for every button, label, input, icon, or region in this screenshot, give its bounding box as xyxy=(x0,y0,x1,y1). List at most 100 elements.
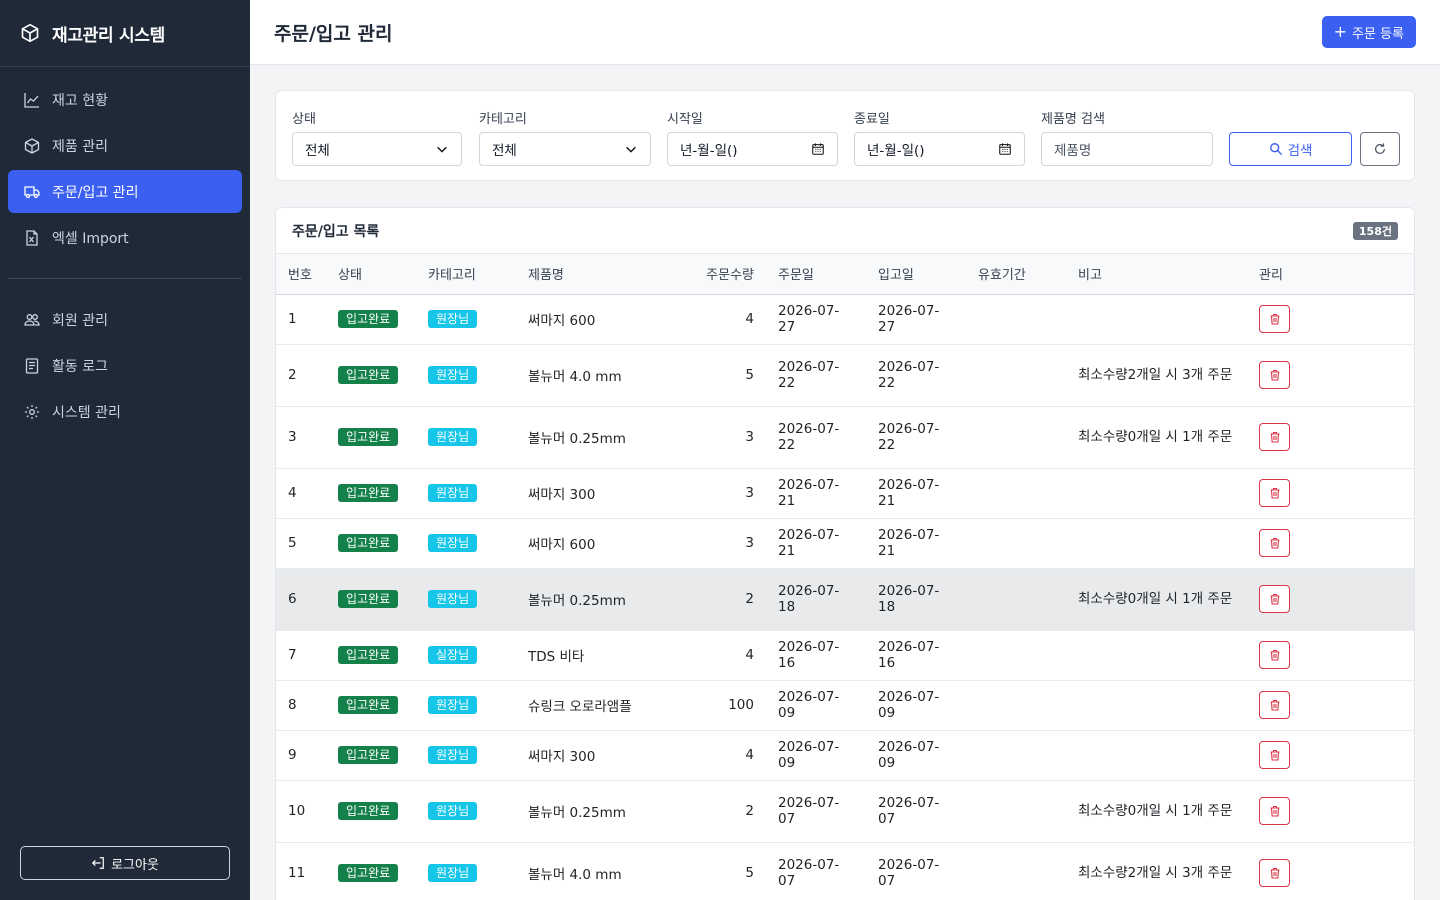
cell-expiry xyxy=(966,780,1066,843)
cell-product: 써마지 600 xyxy=(516,294,684,345)
delete-button[interactable] xyxy=(1259,479,1290,507)
product-search-input[interactable]: 제품명 xyxy=(1041,132,1213,166)
cell-receive-date: 2026-07-07 xyxy=(866,780,966,843)
sidebar-item-system[interactable]: 시스템 관리 xyxy=(8,390,242,433)
col-header-product[interactable]: 제품명 xyxy=(516,254,684,295)
trash-icon xyxy=(1270,369,1279,381)
table-row[interactable]: 3 입고완료 원장님 볼뉴머 0.25mm 3 2026-07-22 2026-… xyxy=(276,406,1414,469)
col-header-expiry[interactable]: 유효기간 xyxy=(966,254,1066,295)
brand[interactable]: 재고관리 시스템 xyxy=(0,0,250,67)
table-row[interactable]: 6 입고완료 원장님 볼뉴머 0.25mm 2 2026-07-18 2026-… xyxy=(276,568,1414,631)
category-select[interactable]: 전체 xyxy=(479,132,651,166)
cell-product: TDS 비타 xyxy=(516,630,684,681)
status-select[interactable]: 전체 xyxy=(292,132,462,166)
delete-button[interactable] xyxy=(1259,797,1290,825)
delete-button[interactable] xyxy=(1259,691,1290,719)
status-filter-label: 상태 xyxy=(292,112,316,127)
category-badge: 원장님 xyxy=(428,484,478,502)
logout-button[interactable]: 로그아웃 xyxy=(20,846,230,880)
sidebar-item-label: 엑셀 Import xyxy=(52,230,129,247)
table-row[interactable]: 2 입고완료 원장님 볼뉴머 4.0 mm 5 2026-07-22 2026-… xyxy=(276,344,1414,407)
start-date-input[interactable]: 년-월-일() xyxy=(667,132,838,166)
add-order-button[interactable]: + 주문 등록 xyxy=(1321,16,1416,48)
table-row[interactable]: 11 입고완료 원장님 볼뉴머 4.0 mm 5 2026-07-07 2026… xyxy=(276,842,1414,900)
sidebar-item-label: 제품 관리 xyxy=(52,138,108,155)
trash-icon xyxy=(1270,699,1279,711)
delete-button[interactable] xyxy=(1259,641,1290,669)
end-date-input[interactable]: 년-월-일() xyxy=(854,132,1025,166)
cell-product: 슈링크 오로라앰플 xyxy=(516,680,684,731)
status-badge: 입고완료 xyxy=(338,746,399,764)
page-title: 주문/입고 관리 xyxy=(274,22,393,45)
cell-product: 볼뉴머 0.25mm xyxy=(516,568,684,631)
delete-button[interactable] xyxy=(1259,361,1290,389)
table-row[interactable]: 8 입고완료 원장님 슈링크 오로라앰플 100 2026-07-09 2026… xyxy=(276,680,1414,731)
cell-order-date: 2026-07-16 xyxy=(766,630,866,681)
cell-expiry xyxy=(966,344,1066,407)
delete-button[interactable] xyxy=(1259,529,1290,557)
start-date-value: 년-월-일() xyxy=(680,143,738,159)
col-header-receive-date[interactable]: 입고일 xyxy=(866,254,966,295)
col-header-no[interactable]: 번호 xyxy=(276,254,326,295)
status-badge: 입고완료 xyxy=(338,534,399,552)
col-header-status[interactable]: 상태 xyxy=(326,254,416,295)
count-badge: 158건 xyxy=(1352,221,1398,240)
search-button[interactable]: 검색 xyxy=(1229,132,1352,166)
cell-order-date: 2026-07-09 xyxy=(766,730,866,781)
delete-button[interactable] xyxy=(1259,423,1290,451)
cell-note xyxy=(1066,468,1247,519)
cell-order-date: 2026-07-22 xyxy=(766,344,866,407)
sidebar-item-products[interactable]: 제품 관리 xyxy=(8,124,242,167)
cell-order-date: 2026-07-07 xyxy=(766,842,866,900)
cell-qty: 2 xyxy=(684,568,766,631)
delete-button[interactable] xyxy=(1259,585,1290,613)
box-icon xyxy=(24,137,40,154)
table-row[interactable]: 5 입고완료 원장님 써마지 600 3 2026-07-21 2026-07-… xyxy=(276,518,1414,569)
cell-note: 최소수량0개일 시 1개 주문 xyxy=(1066,568,1247,631)
table-row[interactable]: 4 입고완료 원장님 써마지 300 3 2026-07-21 2026-07-… xyxy=(276,468,1414,519)
category-badge: 원장님 xyxy=(428,802,478,820)
product-search-placeholder: 제품명 xyxy=(1054,143,1092,159)
cell-product: 써마지 300 xyxy=(516,730,684,781)
sidebar-item-activity-log[interactable]: 활동 로그 xyxy=(8,344,242,387)
app-title: 재고관리 시스템 xyxy=(52,25,165,46)
delete-button[interactable] xyxy=(1259,859,1290,887)
excel-file-icon xyxy=(26,229,38,246)
col-header-order-date[interactable]: 주문일 xyxy=(766,254,866,295)
status-select-value: 전체 xyxy=(305,143,330,159)
col-header-qty[interactable]: 주문수량 xyxy=(684,254,766,295)
trash-icon xyxy=(1270,431,1279,443)
cell-order-date: 2026-07-27 xyxy=(766,294,866,345)
cell-no: 5 xyxy=(276,518,326,569)
col-header-note[interactable]: 비고 xyxy=(1066,254,1247,295)
sidebar-item-members[interactable]: 회원 관리 xyxy=(8,298,242,341)
table-row[interactable]: 7 입고완료 실장님 TDS 비타 4 2026-07-16 2026-07-1… xyxy=(276,630,1414,681)
category-filter-label: 카테고리 xyxy=(479,112,527,127)
chevron-down-icon xyxy=(437,146,447,153)
category-badge: 원장님 xyxy=(428,746,478,764)
category-badge: 원장님 xyxy=(428,864,478,882)
end-date-value: 년-월-일() xyxy=(867,143,925,159)
sidebar-item-excel-import[interactable]: 엑셀 Import xyxy=(8,216,242,259)
table-row[interactable]: 10 입고완료 원장님 볼뉴머 0.25mm 2 2026-07-07 2026… xyxy=(276,780,1414,843)
reset-button[interactable] xyxy=(1360,132,1400,166)
category-badge: 원장님 xyxy=(428,696,478,714)
table-row[interactable]: 1 입고완료 원장님 써마지 600 4 2026-07-27 2026-07-… xyxy=(276,294,1414,345)
cell-receive-date: 2026-07-22 xyxy=(866,406,966,469)
col-header-category[interactable]: 카테고리 xyxy=(416,254,516,295)
sidebar-item-orders[interactable]: 주문/입고 관리 xyxy=(8,170,242,213)
sidebar-item-stock-status[interactable]: 재고 현황 xyxy=(8,78,242,121)
cell-expiry xyxy=(966,406,1066,469)
cell-order-date: 2026-07-07 xyxy=(766,780,866,843)
cell-note: 최소수량0개일 시 1개 주문 xyxy=(1066,406,1247,469)
status-badge: 입고완료 xyxy=(338,428,399,446)
plus-icon: + xyxy=(1333,22,1348,41)
cell-note: 최소수량0개일 시 1개 주문 xyxy=(1066,780,1247,843)
cell-expiry xyxy=(966,468,1066,519)
cell-expiry xyxy=(966,730,1066,781)
cell-expiry xyxy=(966,842,1066,900)
delete-button[interactable] xyxy=(1259,305,1290,333)
status-badge: 입고완료 xyxy=(338,696,399,714)
table-row[interactable]: 9 입고완료 원장님 써마지 300 4 2026-07-09 2026-07-… xyxy=(276,730,1414,781)
delete-button[interactable] xyxy=(1259,741,1290,769)
